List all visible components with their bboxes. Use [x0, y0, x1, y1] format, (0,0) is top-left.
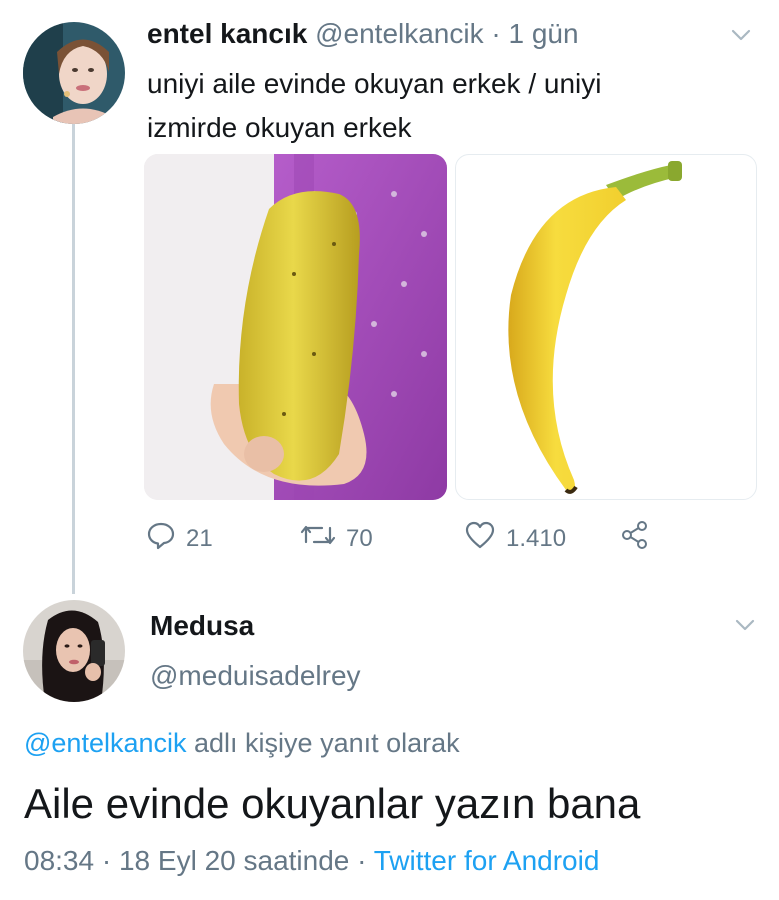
- author-handle[interactable]: @entelkancik: [315, 18, 484, 49]
- reply-action[interactable]: 21: [146, 520, 213, 557]
- retweet-icon[interactable]: [300, 520, 336, 557]
- tweet-time[interactable]: 1 gün: [509, 18, 579, 49]
- replying-to-suffix: adlı kişiye yanıt olarak: [194, 728, 460, 758]
- reply-time: 08:34: [24, 845, 95, 876]
- thread-line: [72, 124, 75, 594]
- reply-icon[interactable]: [146, 520, 176, 557]
- like-count: 1.410: [506, 524, 567, 552]
- tweet-text: uniyi aile evinde okuyan erkek / uniyi i…: [147, 62, 707, 150]
- tweet-header: entel kancık @entelkancik · 1 gün: [147, 18, 579, 50]
- chevron-down-icon[interactable]: [728, 22, 754, 48]
- avatar-image: [23, 22, 125, 124]
- separator: ·: [357, 845, 367, 876]
- media-photo-banana[interactable]: [455, 154, 757, 500]
- avatar-image: [23, 600, 125, 702]
- like-action[interactable]: 1.410: [464, 520, 566, 557]
- replying-to-link[interactable]: @entelkancik: [24, 728, 187, 758]
- reply-meta: 08:34 · 18 Eyl 20 saatinde · Twitter for…: [24, 845, 599, 877]
- retweet-count: 70: [346, 524, 373, 552]
- media-photo-hand-banana[interactable]: [144, 154, 447, 500]
- reply-count: 21: [186, 524, 213, 552]
- share-action[interactable]: [620, 520, 650, 557]
- avatar[interactable]: [23, 22, 125, 124]
- reply-author-name[interactable]: Medusa: [150, 610, 254, 642]
- replying-to: @entelkancik adlı kişiye yanıt olarak: [24, 728, 460, 759]
- avatar[interactable]: [23, 600, 125, 702]
- reply-author-handle[interactable]: @meduisadelrey: [150, 660, 361, 692]
- retweet-action[interactable]: 70: [300, 520, 373, 557]
- reply-date: 18 Eyl 20 saatinde: [118, 845, 350, 876]
- separator: ·: [101, 845, 112, 876]
- like-icon[interactable]: [464, 520, 496, 557]
- author-name[interactable]: entel kancık: [147, 18, 307, 49]
- tweet-text-line: izmirde okuyan erkek: [147, 112, 412, 143]
- share-icon[interactable]: [620, 520, 650, 557]
- tweet-source-link[interactable]: Twitter for Android: [374, 845, 600, 876]
- chevron-down-icon[interactable]: [732, 612, 758, 638]
- tweet-text-line: uniyi aile evinde okuyan erkek / uniyi: [147, 68, 602, 99]
- reply-text: Aile evinde okuyanlar yazın bana: [24, 780, 641, 827]
- separator: ·: [491, 18, 501, 49]
